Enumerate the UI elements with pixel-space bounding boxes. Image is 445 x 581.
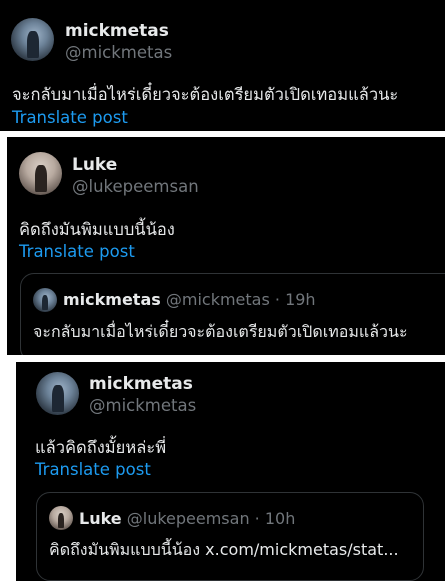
quoted-post-text: คิดถึงมันพิมแบบนี้น้อง x.com/mickmetas/s… <box>49 540 399 559</box>
avatar <box>33 288 57 312</box>
author-name[interactable]: mickmetas <box>89 374 193 394</box>
author-name[interactable]: Luke <box>72 155 117 175</box>
author-name[interactable]: mickmetas <box>65 21 169 41</box>
translate-post-link[interactable]: Translate post <box>35 460 151 479</box>
quoted-author-meta: @mickmetas · 19h <box>165 290 316 309</box>
avatar[interactable] <box>11 18 54 61</box>
quoted-author-name: mickmetas <box>63 290 161 309</box>
quoted-post-text: จะกลับมาเมื่อไหร่เดี๋ยวจะต้องเตรียมตัวเป… <box>33 322 408 341</box>
avatar[interactable] <box>19 152 62 195</box>
quoted-author-meta: @lukepeemsan · 10h <box>126 509 296 528</box>
author-handle[interactable]: @mickmetas <box>89 396 196 415</box>
translate-post-link[interactable]: Translate post <box>19 242 135 261</box>
post-text: จะกลับมาเมื่อไหร่เดี๋ยวจะต้องเตรียมตัวเป… <box>12 85 399 104</box>
author-handle[interactable]: @lukepeemsan <box>72 177 199 196</box>
post-card[interactable]: Luke @lukepeemsan คิดถึงมันพิมแบบนี้น้อง… <box>7 137 445 355</box>
avatar <box>49 506 73 530</box>
translate-post-link[interactable]: Translate post <box>12 108 128 127</box>
author-handle[interactable]: @mickmetas <box>65 43 172 62</box>
quoted-author-name: Luke <box>79 509 122 528</box>
quoted-post[interactable]: mickmetas @mickmetas · 19h จะกลับมาเมื่อ… <box>20 273 445 355</box>
post-text: คิดถึงมันพิมแบบนี้น้อง <box>19 220 175 239</box>
post-card[interactable]: mickmetas @mickmetas จะกลับมาเมื่อไหร่เด… <box>0 0 445 131</box>
avatar[interactable] <box>36 372 79 415</box>
quoted-post[interactable]: Luke @lukepeemsan · 10h คิดถึงมันพิมแบบน… <box>36 492 424 581</box>
post-card[interactable]: mickmetas @mickmetas แล้วคิดถึงมั้ยหล่ะพ… <box>16 362 445 581</box>
post-text: แล้วคิดถึงมั้ยหล่ะพี่ <box>35 438 167 457</box>
